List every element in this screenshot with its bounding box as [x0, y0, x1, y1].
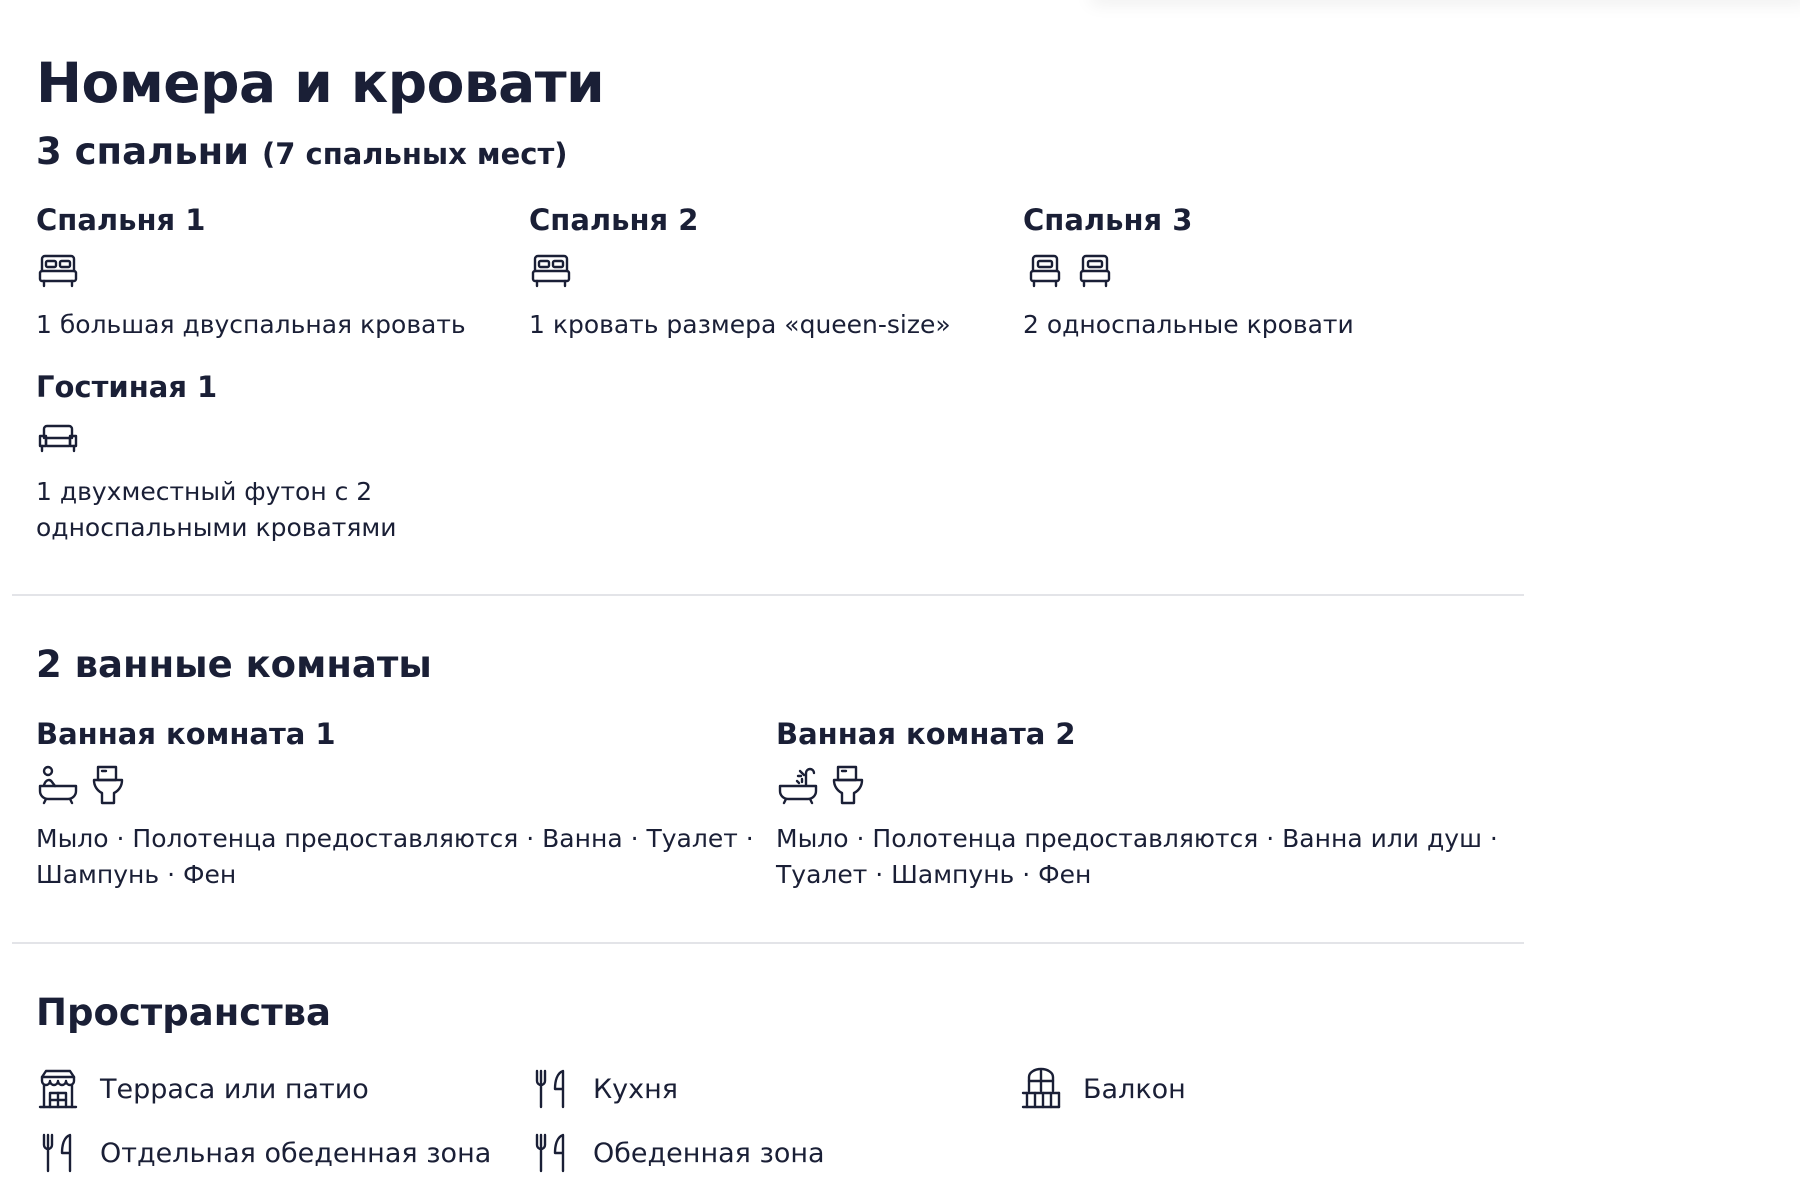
futon-icon	[38, 424, 78, 453]
bathroom-2: Ванная комната 2 Мыло · Полотенца предос…	[776, 717, 1516, 893]
bedroom-2: Спальня 2 1 кровать размера «queen-size»	[529, 203, 999, 343]
space-label: Балкон	[1083, 1073, 1186, 1105]
double-bed-icon	[531, 254, 571, 288]
fork-knife-icon	[535, 1133, 565, 1173]
double-bed-icon	[38, 254, 78, 288]
space-item-balcony: Балкон	[1019, 1065, 1186, 1113]
room-description: 1 большая двуспальная кровать	[36, 310, 466, 339]
section-divider	[12, 594, 1524, 596]
room-name: Спальня 2	[529, 203, 699, 237]
balcony-icon	[1021, 1067, 1061, 1109]
room-description: Мыло · Полотенца предоставляются · Ванна…	[36, 824, 754, 889]
room-description: Мыло · Полотенца предоставляются · Ванна…	[776, 824, 1498, 889]
bathrooms-title: 2 ванные комнаты	[36, 643, 432, 686]
page-title: Номера и кровати	[36, 50, 605, 115]
bedroom-3: Спальня 3 2 односпальные кровати	[1023, 203, 1493, 343]
space-item-kitchen: Кухня	[529, 1065, 678, 1113]
fork-knife-icon	[42, 1133, 72, 1173]
bedrooms-title: 3 спальни (7 спальных мест)	[36, 130, 568, 173]
bedrooms-sleeps: (7 спальных мест)	[261, 137, 568, 171]
bathroom-1: Ванная комната 1 Мыло · Полотенца предос…	[36, 717, 756, 893]
room-name: Спальня 3	[1023, 203, 1193, 237]
room-description: 1 двухместный футон с 2 односпальными кр…	[36, 477, 397, 542]
space-item-separate-dining: Отдельная обеденная зона	[36, 1129, 491, 1177]
bathtub-icon	[38, 765, 78, 805]
room-name: Спальня 1	[36, 203, 206, 237]
fork-knife-icon	[535, 1069, 565, 1109]
terrace-icon	[38, 1069, 78, 1109]
section-divider	[12, 942, 1524, 944]
living-room-1: Гостиная 1 1 двухместный футон с 2 однос…	[36, 370, 436, 546]
space-item-terrace: Терраса или патио	[36, 1065, 369, 1113]
space-label: Терраса или патио	[100, 1073, 369, 1105]
bedroom-1: Спальня 1 1 большая двуспальная кровать	[36, 203, 506, 343]
bath-shower-icon	[778, 767, 818, 805]
room-description: 1 кровать размера «queen-size»	[529, 310, 951, 339]
room-name: Ванная комната 1	[36, 717, 336, 751]
toilet-icon	[92, 765, 124, 805]
room-name: Гостиная 1	[36, 370, 218, 404]
toilet-icon	[832, 765, 864, 805]
spaces-title: Пространства	[36, 991, 332, 1034]
single-bed-icon	[1029, 254, 1061, 288]
space-item-dining: Обеденная зона	[529, 1129, 825, 1177]
single-bed-icon	[1079, 254, 1111, 288]
room-description: 2 односпальные кровати	[1023, 310, 1354, 339]
bedrooms-count: 3 спальни	[36, 130, 250, 173]
room-name: Ванная комната 2	[776, 717, 1076, 751]
space-label: Кухня	[593, 1073, 679, 1105]
space-label: Отдельная обеденная зона	[100, 1137, 492, 1169]
space-label: Обеденная зона	[593, 1137, 825, 1169]
